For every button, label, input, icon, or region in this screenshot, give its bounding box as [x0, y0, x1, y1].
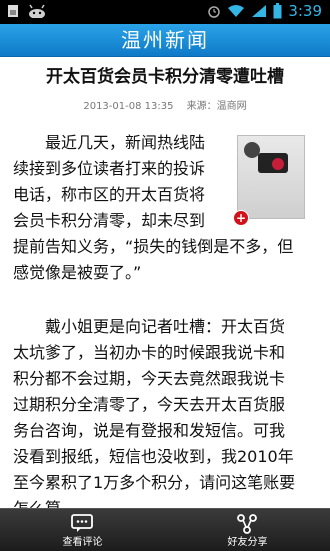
- status-right-icons: 3:39: [207, 2, 322, 20]
- thumbnail-heart-shape: [272, 158, 284, 170]
- app-title-bar: 温州新闻: [0, 24, 330, 57]
- paragraph-line: 续接到多位读者打来的投诉: [13, 159, 206, 178]
- alarm-icon: [208, 6, 221, 18]
- article-title: 开太百货会员卡积分清零遭吐槽: [46, 67, 284, 87]
- paragraph-line: 过期积分全清零了，今天去开太百货服: [13, 395, 286, 414]
- status-time: 3:39: [288, 2, 322, 20]
- paragraph-line: 电话，称市区的开太百货将: [13, 185, 206, 204]
- view-comments-button[interactable]: 查看评论: [0, 509, 165, 551]
- article-paragraph-1-continued: 提前告知义务，“损失的钱倒是不多，但 感觉像是被耍了。”: [13, 234, 321, 286]
- view-comments-label: 查看评论: [62, 537, 103, 548]
- paragraph-line: 太坑爹了，当初办卡的时候跟我说卡和: [13, 343, 286, 362]
- paragraph-line: 至今累积了1万多个积分，请问这笔账要: [13, 473, 296, 492]
- status-left-icons: [6, 4, 46, 18]
- paragraph-line: 最近几天，新闻热线陆: [13, 133, 206, 152]
- paragraph-line: 会员卡积分清零，却未尽到: [13, 211, 206, 230]
- article-thumbnail[interactable]: [237, 135, 305, 219]
- paragraph-line: 感觉像是被耍了。”: [13, 263, 142, 282]
- bottom-action-bar: 查看评论 好友分享: [0, 508, 330, 551]
- signal-icon: [252, 5, 267, 17]
- expand-image-plus-icon[interactable]: +: [233, 210, 249, 226]
- paragraph-line: 提前告知义务，“损失的钱倒是不多，但: [13, 237, 294, 256]
- share-icon: [237, 514, 257, 534]
- sim-icon: [8, 5, 18, 17]
- comment-icon: [71, 514, 93, 532]
- article-date: 2013-01-08 13:35: [83, 101, 174, 112]
- article-source: 来源：温商网: [186, 101, 247, 112]
- share-friends-button[interactable]: 好友分享: [165, 509, 330, 551]
- article-paragraph-1: 最近几天，新闻热线陆 续接到多位读者打来的投诉 电话，称市区的开太百货将 会员卡…: [13, 130, 235, 234]
- android-icon: [29, 4, 45, 18]
- wifi-icon: [228, 5, 245, 17]
- share-friends-label: 好友分享: [227, 537, 268, 548]
- paragraph-line: 务台咨询，说是有登报和发短信。可我: [13, 421, 286, 440]
- status-bar: 3:39: [0, 0, 330, 24]
- paragraph-line: 没看到报纸，短信也没收到，我2010年: [13, 447, 294, 466]
- app-title: 温州新闻: [121, 28, 209, 52]
- article-paragraph-2: 戴小姐更是向记者吐槽：开太百货 太坑爹了，当初办卡的时候跟我说卡和 积分都不会过…: [13, 314, 321, 522]
- paragraph-line: 积分都不会过期，今天去竟然跟我说卡: [13, 369, 286, 388]
- article-meta: 2013-01-08 13:35 来源：温商网: [0, 97, 330, 112]
- battery-icon: [273, 3, 282, 19]
- paragraph-line: 戴小姐更是向记者吐槽：开太百货: [13, 317, 286, 336]
